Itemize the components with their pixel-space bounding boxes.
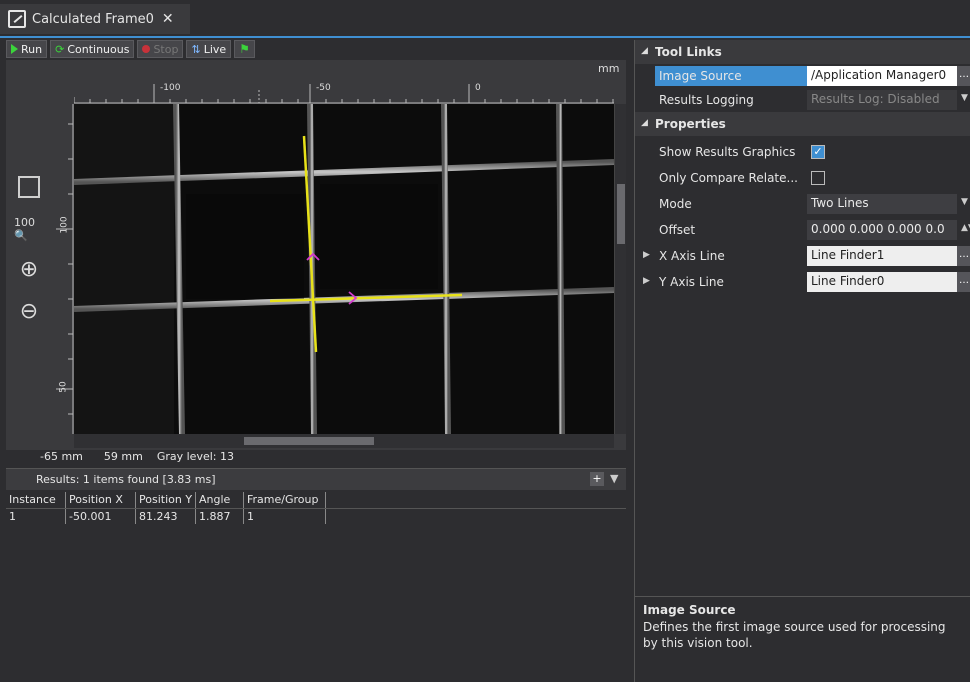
results-summary: Results: 1 items found [3.83 ms]: [36, 473, 216, 486]
property-description: Image Source Defines the first image sou…: [635, 596, 970, 682]
viewer-toolbar: Run ⟳ Continuous Stop ⇅ Live ⚑: [6, 40, 255, 58]
live-button[interactable]: ⇅ Live: [186, 40, 232, 58]
row-show-results-graphics[interactable]: Show Results Graphics ✓: [635, 140, 970, 164]
image-source-label: Image Source: [655, 66, 807, 86]
cell-angle: 1.887: [196, 509, 244, 524]
section-title: Properties: [655, 117, 726, 131]
h-tick-label: -100: [160, 83, 181, 93]
column-header[interactable]: Frame/Group: [244, 492, 326, 508]
horizontal-scrollbar[interactable]: [74, 434, 614, 448]
cell-instance: 1: [6, 509, 66, 524]
cell-position-y: 81.243: [136, 509, 196, 524]
live-label: Live: [203, 42, 227, 56]
offset-input[interactable]: 0.000 0.000 0.000 0.0: [807, 220, 957, 240]
y-axis-browse-button[interactable]: …: [957, 272, 970, 292]
flag-icon: ⚑: [239, 42, 250, 56]
v-tick-label: 50: [58, 381, 69, 393]
row-image-source[interactable]: Image Source /Application Manager0 …: [635, 64, 970, 88]
row-results-logging[interactable]: Results Logging Results Log: Disabled ▼: [635, 88, 970, 112]
x-axis-line-value[interactable]: Line Finder1: [807, 246, 957, 266]
tab-title: Calculated Frame0: [32, 11, 154, 27]
row-y-axis-line[interactable]: ▶ Y Axis Line Line Finder0 …: [635, 270, 970, 294]
run-label: Run: [21, 42, 43, 56]
mesh-wire: [556, 104, 565, 434]
image-source-browse-button[interactable]: …: [957, 66, 970, 86]
description-text: Defines the first image source used for …: [643, 620, 946, 650]
show-results-graphics-label: Show Results Graphics: [659, 145, 796, 159]
row-offset[interactable]: Offset 0.000 0.000 0.000 0.0 ▲▼: [635, 218, 970, 242]
ruler-unit-label: mm: [598, 62, 620, 75]
tab-calculated-frame[interactable]: Calculated Frame0 ✕: [0, 4, 190, 34]
collapse-icon: ◢: [641, 118, 648, 128]
table-row[interactable]: 1 -50.001 81.243 1.887 1: [6, 508, 626, 524]
run-button[interactable]: Run: [6, 40, 48, 58]
section-tool-links[interactable]: ◢ Tool Links: [635, 40, 970, 64]
results-header: Results: 1 items found [3.83 ms] + ▼: [6, 468, 626, 490]
gray-level-readout: Gray level: 13: [156, 450, 234, 463]
x-readout: -65 mm: [40, 450, 83, 463]
section-properties[interactable]: ◢ Properties: [635, 112, 970, 136]
column-header[interactable]: Position Y: [136, 492, 196, 508]
results-dropdown-icon[interactable]: ▼: [610, 472, 618, 485]
image-source-value[interactable]: /Application Manager0: [807, 66, 957, 86]
x-axis-browse-button[interactable]: …: [957, 246, 970, 266]
only-compare-checkbox[interactable]: [811, 171, 825, 185]
show-results-graphics-checkbox[interactable]: ✓: [811, 145, 825, 159]
mesh-wire: [441, 104, 451, 434]
zoom-fit-icon[interactable]: [18, 176, 40, 198]
live-icon: ⇅: [191, 42, 201, 56]
document-tab-strip: Calculated Frame0 ✕: [0, 0, 970, 38]
results-logging-label: Results Logging: [659, 93, 754, 107]
y-axis-line-label: Y Axis Line: [659, 275, 724, 289]
close-tab-button[interactable]: ✕: [162, 11, 174, 27]
zoom-100-icon[interactable]: 100🔍: [14, 214, 44, 244]
cell-position-x: -50.001: [66, 509, 136, 524]
stepper-icon[interactable]: ▲▼: [961, 223, 970, 233]
camera-image[interactable]: [74, 104, 614, 434]
frame-tool-icon: [8, 10, 26, 28]
mode-label: Mode: [659, 197, 692, 211]
y-axis-line-value[interactable]: Line Finder0: [807, 272, 957, 292]
expand-icon[interactable]: ▶: [643, 250, 650, 260]
row-mode[interactable]: Mode Two Lines ▼: [635, 192, 970, 216]
results-logging-value[interactable]: Results Log: Disabled: [807, 90, 957, 110]
offset-label: Offset: [659, 223, 696, 237]
pixel-readout: -65 mm 59 mm Gray level: 13: [40, 450, 234, 463]
results-header-row: Instance Position X Position Y Angle Fra…: [6, 492, 626, 508]
properties-panel: ◢ Tool Links Image Source /Application M…: [634, 40, 970, 682]
row-x-axis-line[interactable]: ▶ X Axis Line Line Finder1 …: [635, 244, 970, 268]
h-tick-label: 0: [475, 83, 481, 93]
column-header[interactable]: Position X: [66, 492, 136, 508]
zoom-out-icon[interactable]: ⊖: [14, 296, 44, 326]
only-compare-label: Only Compare Relate...: [659, 171, 798, 185]
horizontal-ruler: [74, 84, 614, 104]
vertical-scrollbar[interactable]: [614, 104, 626, 434]
cell-frame-group: 1: [244, 509, 326, 524]
chevron-down-icon[interactable]: ▼: [961, 197, 968, 207]
x-axis-line-label: X Axis Line: [659, 249, 725, 263]
v-tick-label: 100: [59, 216, 70, 234]
continuous-icon: ⟳: [55, 42, 65, 56]
description-title: Image Source: [643, 603, 736, 617]
h-tick-label: -50: [316, 83, 331, 93]
zoom-in-icon[interactable]: ⊕: [14, 254, 44, 284]
expand-icon[interactable]: ▶: [643, 276, 650, 286]
mode-select[interactable]: Two Lines: [807, 194, 957, 214]
collapse-icon: ◢: [641, 46, 648, 56]
results-table: Instance Position X Position Y Angle Fra…: [6, 492, 626, 524]
add-result-button[interactable]: +: [590, 472, 604, 486]
stop-label: Stop: [153, 42, 179, 56]
column-header[interactable]: Instance: [6, 492, 66, 508]
play-icon: [11, 44, 18, 54]
stop-button[interactable]: Stop: [137, 40, 184, 58]
column-header[interactable]: Angle: [196, 492, 244, 508]
y-readout: 59 mm: [103, 450, 143, 463]
chevron-down-icon[interactable]: ▼: [961, 93, 968, 103]
continuous-button[interactable]: ⟳ Continuous: [50, 40, 135, 58]
stop-icon: [142, 45, 151, 53]
flag-button[interactable]: ⚑: [234, 40, 255, 58]
continuous-label: Continuous: [67, 42, 130, 56]
row-only-compare[interactable]: Only Compare Relate...: [635, 166, 970, 190]
section-title: Tool Links: [655, 45, 722, 59]
